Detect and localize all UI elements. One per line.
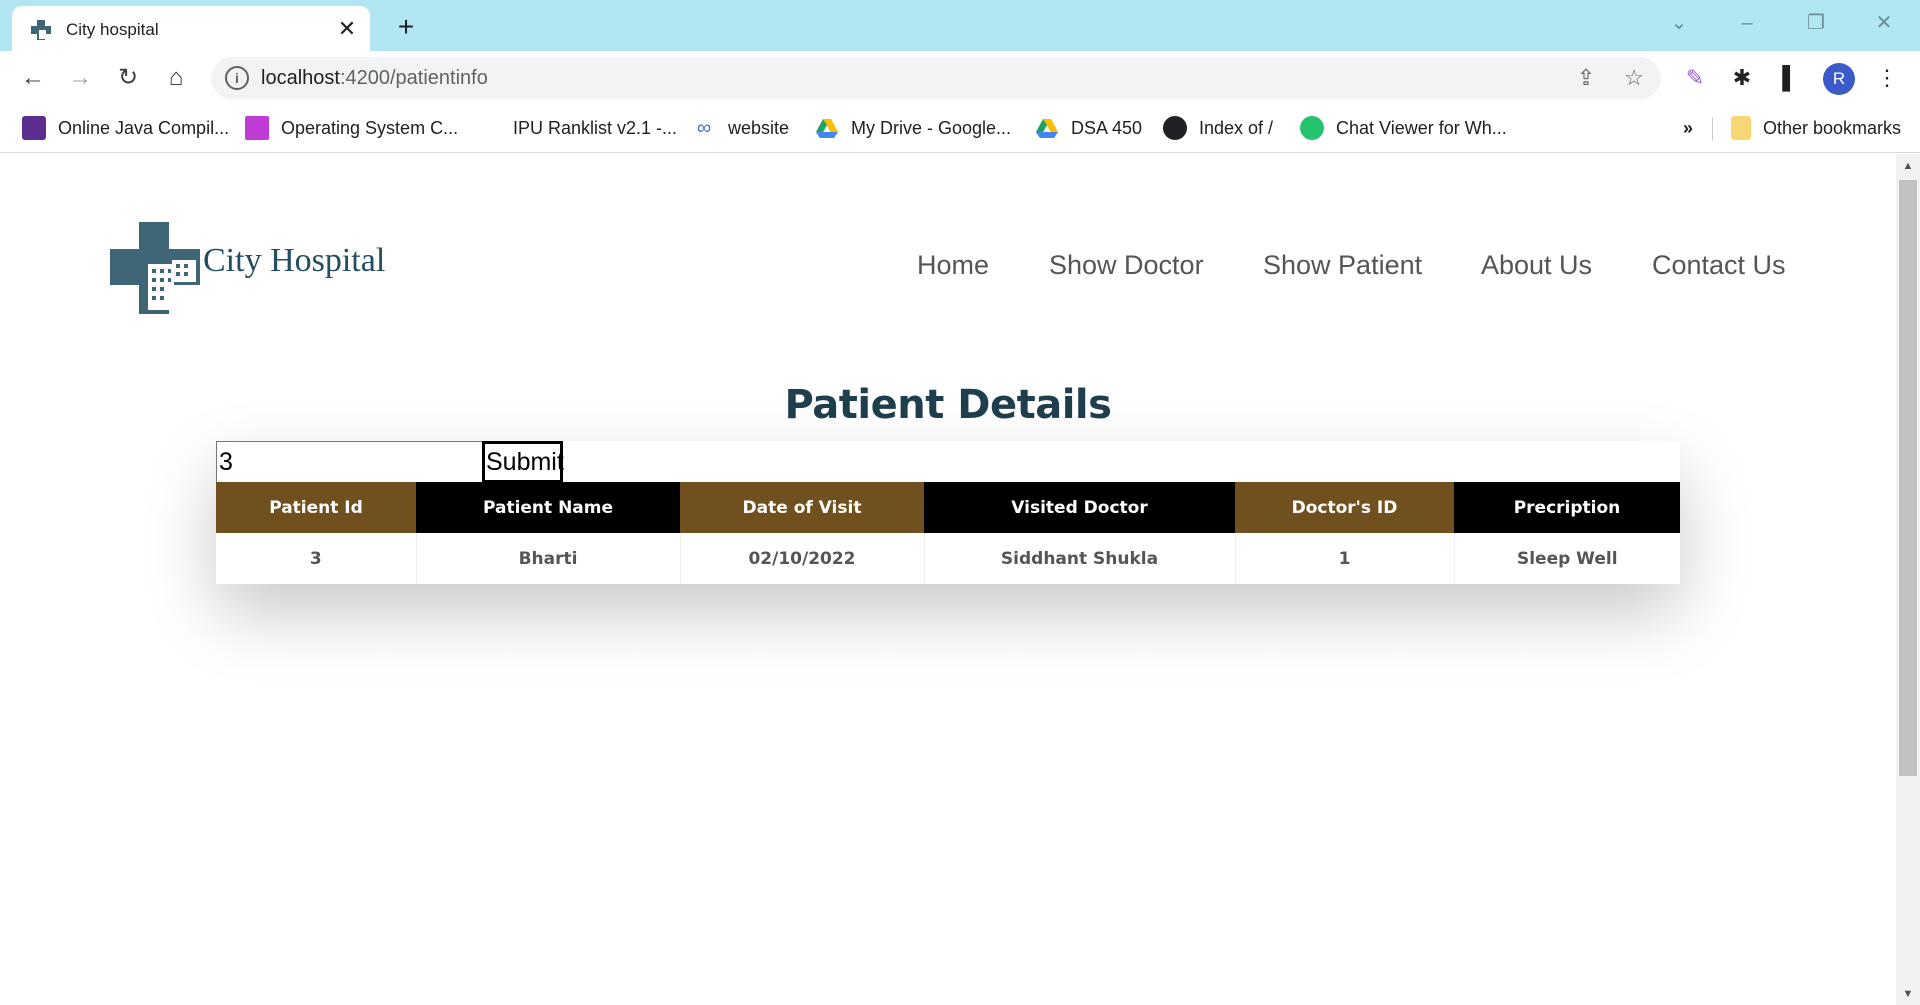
side-panel-icon[interactable]: ▌ — [1775, 63, 1805, 93]
bookmark-label: website — [728, 117, 790, 138]
bookmark-label: Chat Viewer for Wh... — [1336, 117, 1507, 138]
new-tab-icon[interactable]: + — [390, 11, 422, 43]
cell-date-of-visit: 02/10/2022 — [680, 533, 925, 584]
header-patient-name: Patient Name — [416, 482, 680, 533]
nav-about-us[interactable]: About Us — [1481, 250, 1592, 281]
patient-table: Patient Id Patient Name Date of Visit Vi… — [216, 482, 1680, 584]
folder-icon — [1731, 116, 1751, 140]
browser-menu-icon[interactable]: ⋮ — [1872, 63, 1902, 93]
restore-icon[interactable]: ❐ — [1798, 8, 1834, 38]
bookmark-operating-system[interactable]: Operating System C... — [245, 115, 458, 141]
nav-contact-us[interactable]: Contact Us — [1652, 250, 1786, 281]
page-content: City Hospital Home Show Doctor Show Pati… — [0, 154, 1896, 1005]
bookmark-ipu-ranklist[interactable]: IPU Ranklist v2.1 -... — [477, 115, 677, 141]
bookmark-label: IPU Ranklist v2.1 -... — [513, 117, 678, 138]
bookmark-label: My Drive - Google... — [851, 117, 1012, 138]
chat-icon — [1300, 116, 1324, 140]
site-logo[interactable]: City Hospital — [110, 222, 410, 314]
scroll-up-icon[interactable]: ▲ — [1899, 157, 1917, 175]
header-doctor-id: Doctor's ID — [1235, 482, 1454, 533]
submit-button[interactable]: Submit — [482, 441, 564, 483]
patient-id-input[interactable] — [216, 441, 482, 483]
hospital-cross-icon — [31, 20, 51, 40]
other-bookmarks[interactable]: Other bookmarks — [1731, 115, 1901, 141]
bookmarks-divider — [1712, 117, 1713, 141]
profile-avatar[interactable]: R — [1823, 63, 1855, 95]
scrollbar-thumb[interactable] — [1899, 180, 1917, 776]
cell-patient-name: Bharti — [416, 533, 681, 584]
bookmark-label: Online Java Compil... — [58, 117, 230, 138]
google-drive-icon — [816, 119, 838, 138]
google-drive-icon — [1036, 119, 1058, 138]
other-bookmarks-label: Other bookmarks — [1763, 117, 1902, 138]
bookmarks-bar: Online Java Compil... Operating System C… — [0, 105, 1920, 153]
globe-icon — [1163, 116, 1187, 140]
header-visited-doctor: Visited Doctor — [924, 482, 1235, 533]
forward-icon[interactable]: → — [63, 61, 97, 95]
bookmark-dsa-450[interactable]: DSA 450 — [1035, 115, 1142, 141]
bookmark-chat-viewer[interactable]: Chat Viewer for Wh... — [1300, 115, 1507, 141]
url-host: localhost — [261, 67, 340, 89]
bookmark-label: Operating System C... — [281, 117, 459, 138]
cell-patient-id: 3 — [216, 533, 417, 584]
hospital-cross-icon — [110, 222, 200, 314]
tab-search-icon[interactable]: ⌄ — [1661, 8, 1697, 38]
header-date-of-visit: Date of Visit — [680, 482, 924, 533]
bookmarks-overflow-button[interactable]: » — [1683, 115, 1693, 141]
tab-title: City hospital — [66, 20, 159, 39]
address-bar[interactable]: i localhost:4200/patientinfo ⇪ ☆ — [211, 57, 1661, 99]
bookmark-label: Index of / — [1199, 117, 1274, 138]
java-compiler-icon — [22, 116, 46, 140]
close-tab-icon[interactable]: ✕ — [334, 16, 360, 42]
bookmark-star-icon[interactable]: ☆ — [1621, 65, 1647, 91]
close-window-icon[interactable]: ✕ — [1866, 8, 1902, 38]
bookmark-website[interactable]: ∞ website — [692, 115, 789, 141]
cell-doctor-id: 1 — [1235, 533, 1455, 584]
url-path: :4200/patientinfo — [339, 67, 488, 89]
cell-visited-doctor: Siddhant Shukla — [924, 533, 1236, 584]
bookmark-my-drive[interactable]: My Drive - Google... — [815, 115, 1011, 141]
url-text[interactable]: localhost:4200/patientinfo — [261, 67, 488, 90]
browser-tab[interactable]: City hospital ✕ — [12, 6, 370, 51]
share-icon[interactable]: ⇪ — [1573, 65, 1599, 91]
nav-home[interactable]: Home — [917, 250, 989, 281]
minimize-icon[interactable]: – — [1729, 8, 1765, 38]
table-header-row: Patient Id Patient Name Date of Visit Vi… — [216, 482, 1680, 533]
logo-text: City Hospital — [203, 242, 386, 279]
table-row: 3 Bharti 02/10/2022 Siddhant Shukla 1 Sl… — [216, 533, 1680, 584]
bookmark-online-java[interactable]: Online Java Compil... — [22, 115, 229, 141]
bookmark-label: DSA 450 — [1071, 117, 1143, 138]
home-icon[interactable]: ⌂ — [159, 61, 193, 95]
page-title: Patient Details — [784, 382, 1112, 428]
blank-page-icon — [477, 116, 501, 140]
back-icon[interactable]: ← — [16, 61, 50, 95]
reload-icon[interactable]: ↻ — [111, 61, 145, 95]
bookmark-index-of[interactable]: Index of / — [1163, 115, 1273, 141]
extensions-puzzle-icon[interactable]: ✱ — [1727, 63, 1757, 93]
infinity-icon: ∞ — [696, 117, 712, 139]
cell-precription: Sleep Well — [1454, 533, 1680, 584]
os-course-icon — [245, 116, 269, 140]
pen-extension-icon[interactable]: ✎ — [1680, 63, 1710, 93]
header-precription: Precription — [1454, 482, 1680, 533]
header-patient-id: Patient Id — [216, 482, 416, 533]
browser-toolbar: ← → ↻ ⌂ i localhost:4200/patientinfo ⇪ ☆… — [0, 51, 1920, 105]
nav-show-doctor[interactable]: Show Doctor — [1049, 250, 1204, 281]
tab-strip: City hospital ✕ + ⌄ – ❐ ✕ — [0, 0, 1920, 51]
scroll-down-icon[interactable]: ▼ — [1899, 985, 1917, 1003]
nav-show-patient[interactable]: Show Patient — [1263, 250, 1422, 281]
site-info-icon[interactable]: i — [225, 66, 249, 90]
